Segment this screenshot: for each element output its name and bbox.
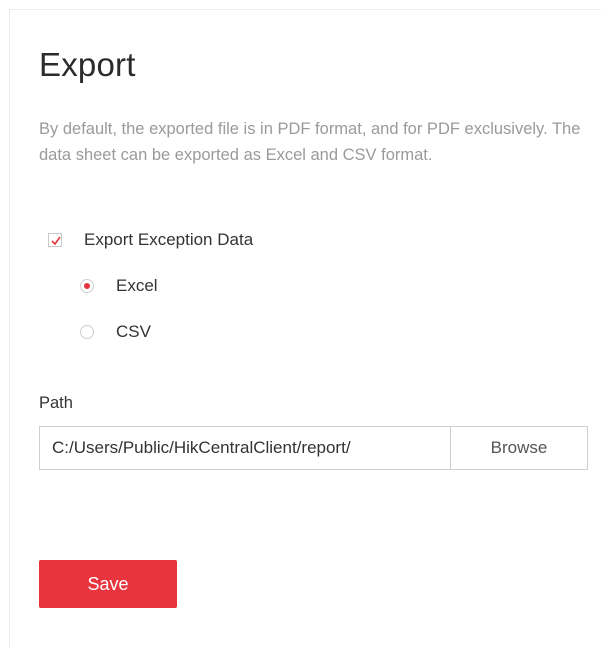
browse-button[interactable]: Browse	[450, 426, 588, 470]
path-input[interactable]	[39, 426, 451, 470]
format-option-csv[interactable]: CSV	[80, 322, 151, 342]
checkmark-icon	[51, 236, 61, 246]
excel-radio[interactable]	[80, 279, 94, 293]
path-label: Path	[39, 394, 73, 412]
save-button[interactable]: Save	[39, 560, 177, 608]
page-title: Export	[39, 46, 136, 83]
export-exception-option[interactable]: Export Exception Data	[48, 230, 253, 250]
export-exception-label: Export Exception Data	[84, 230, 254, 249]
export-panel: Export By default, the exported file is …	[9, 9, 601, 648]
csv-radio[interactable]	[80, 325, 94, 339]
format-option-excel[interactable]: Excel	[80, 276, 158, 296]
excel-radio-label: Excel	[116, 276, 158, 295]
csv-radio-label: CSV	[116, 322, 151, 341]
export-description: By default, the exported file is in PDF …	[39, 120, 581, 164]
export-exception-checkbox[interactable]	[48, 233, 62, 247]
